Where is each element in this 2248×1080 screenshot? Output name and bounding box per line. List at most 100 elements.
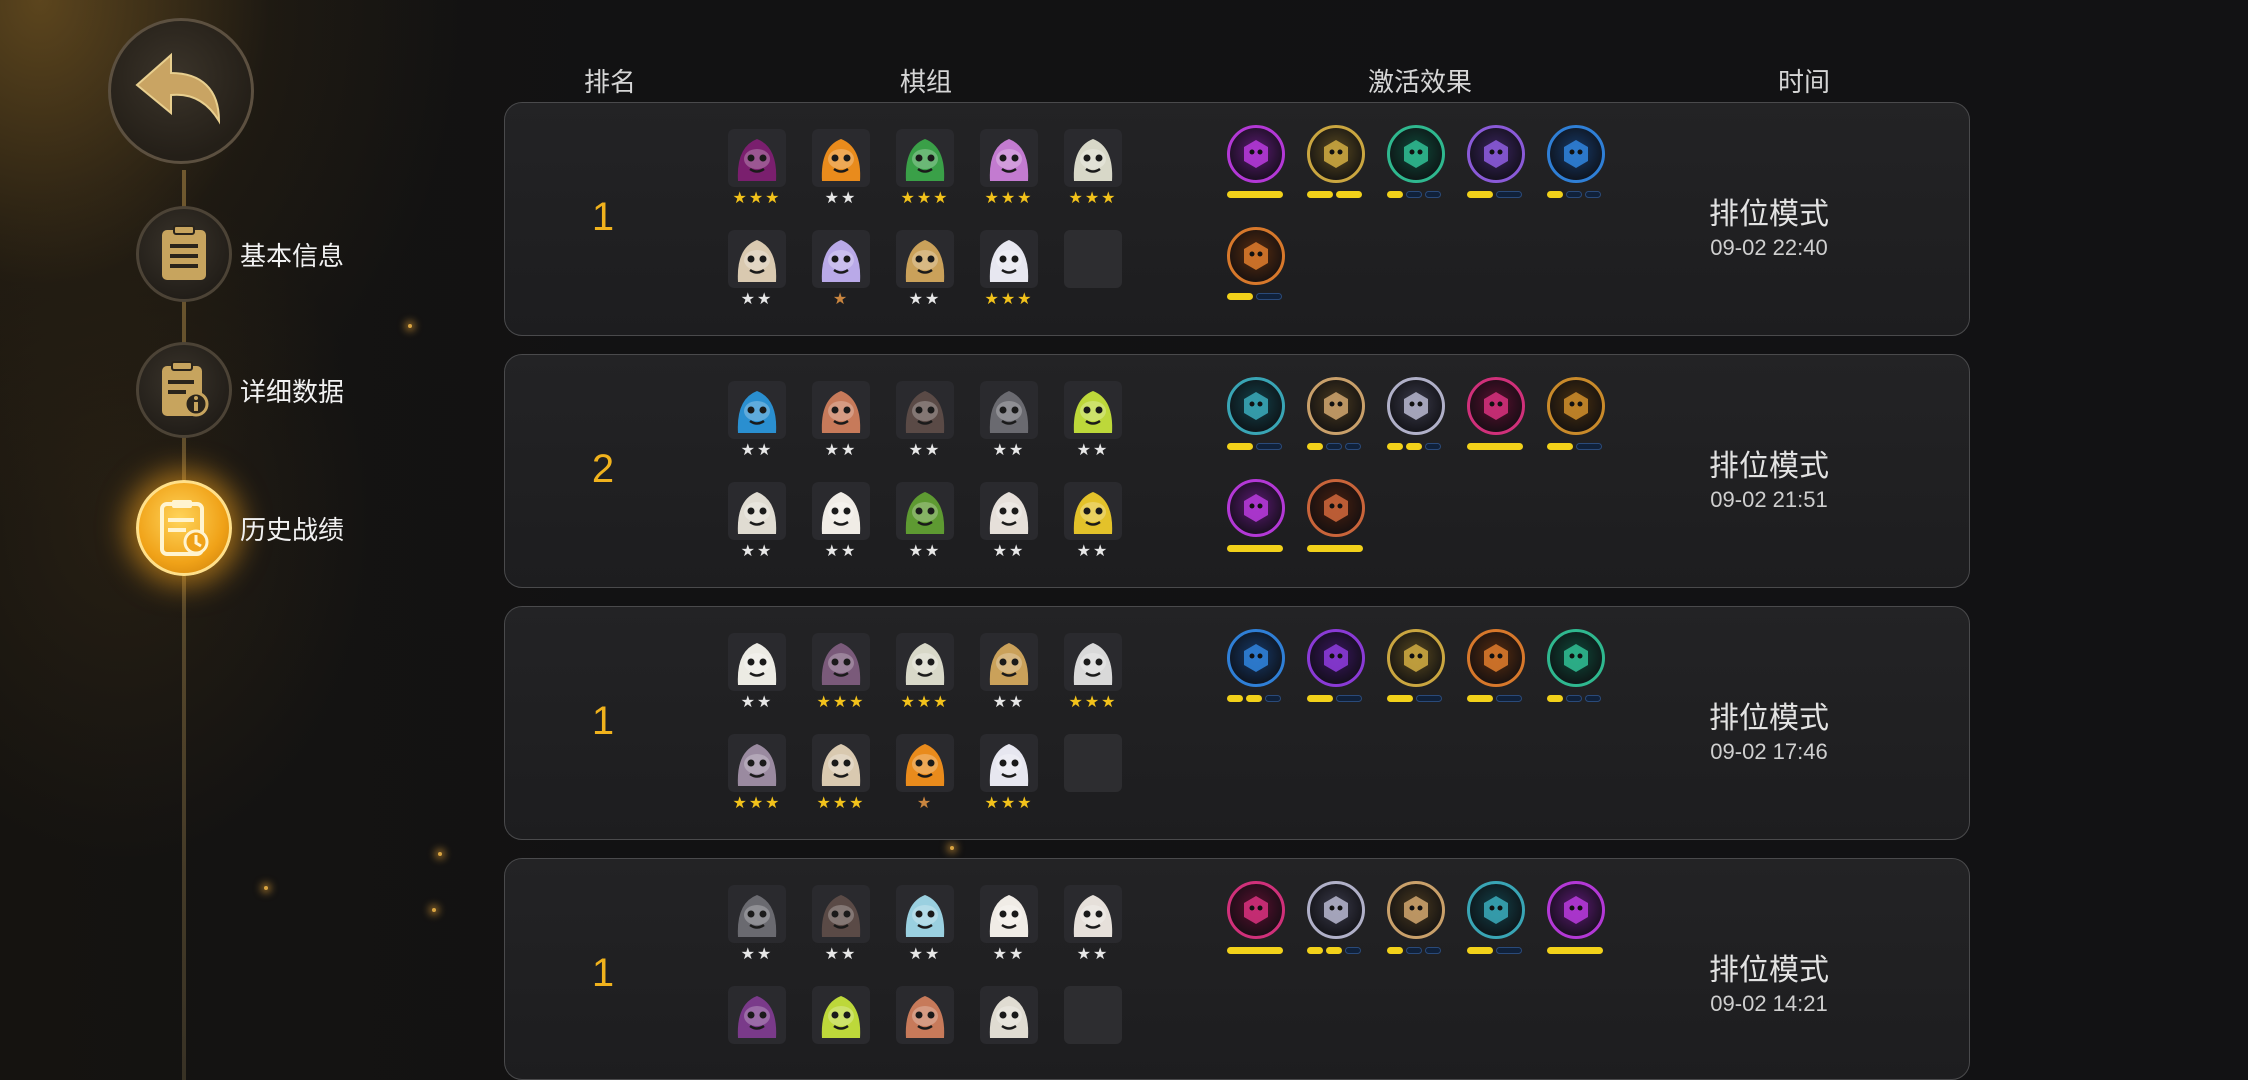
active-tier-bar — [1246, 695, 1262, 702]
synergy-badge[interactable] — [1547, 629, 1627, 731]
synergy-badge[interactable] — [1227, 629, 1307, 731]
chess-piece[interactable]: ★★★ — [883, 129, 967, 230]
green-frog-piece — [812, 986, 870, 1044]
chess-piece[interactable]: ★★★ — [883, 633, 967, 734]
synergy-badge[interactable] — [1227, 881, 1307, 983]
synergy-badge[interactable] — [1547, 125, 1627, 227]
synergy-badge[interactable] — [1387, 377, 1467, 479]
synergy-badge[interactable] — [1467, 125, 1547, 227]
game-mode: 排位模式 — [1709, 450, 1829, 483]
synergy-badge[interactable] — [1547, 377, 1627, 479]
chess-piece[interactable]: ★★★ — [799, 633, 883, 734]
chess-piece[interactable]: ★★ — [799, 129, 883, 230]
menu-item-basic-info[interactable]: 基本信息 — [136, 206, 344, 302]
chess-piece[interactable]: ★★ — [799, 885, 883, 986]
chess-piece[interactable]: ★★★ — [1051, 633, 1135, 734]
chess-piece[interactable]: ★★★ — [967, 230, 1051, 331]
chess-piece[interactable]: ★★ — [1051, 885, 1135, 986]
helmet-knight-piece — [728, 734, 786, 792]
chess-piece[interactable] — [967, 986, 1051, 1079]
synergy-badge[interactable] — [1467, 881, 1547, 983]
chess-piece[interactable]: ★★ — [715, 381, 799, 482]
synergy-badge[interactable] — [1467, 377, 1547, 479]
document-info-icon — [136, 342, 232, 438]
synergy-badge[interactable] — [1387, 125, 1467, 227]
synergy-badge[interactable] — [1307, 629, 1387, 731]
chess-piece[interactable] — [799, 986, 883, 1079]
piece-stars: ★★ — [992, 694, 1026, 711]
chess-piece[interactable]: ★★ — [715, 230, 799, 331]
menu-item-history[interactable]: 历史战绩 — [136, 480, 344, 576]
active-tier-bar — [1307, 545, 1363, 552]
back-button[interactable] — [108, 18, 254, 164]
chess-piece[interactable]: ★★ — [883, 381, 967, 482]
chess-piece[interactable]: ★★ — [799, 381, 883, 482]
menu-item-detailed-data[interactable]: 详细数据 — [136, 342, 344, 438]
chess-piece[interactable]: ★★★ — [715, 129, 799, 230]
chess-piece[interactable] — [715, 986, 799, 1079]
menu-label: 基本信息 — [240, 240, 345, 271]
game-mode: 排位模式 — [1709, 702, 1829, 735]
match-row[interactable]: 1 ★★ ★★ ★★ ★★ ★★ 排位模式 09-02 14:21 — [504, 858, 1970, 1080]
inactive-tier-bar — [1336, 695, 1362, 702]
synergy-badge[interactable] — [1307, 377, 1387, 479]
inactive-tier-bar — [1566, 191, 1582, 198]
sparkle — [264, 886, 268, 890]
match-time: 09-02 17:46 — [1710, 739, 1828, 764]
green-orc-piece — [896, 482, 954, 540]
inactive-tier-bar — [1425, 191, 1441, 198]
bald-monk-piece — [1064, 885, 1122, 943]
match-row[interactable]: 1 ★★★ ★★ ★★★ ★★★ ★★★ ★★ ★ ★★ ★★★ 排位模式 09-02 22:40 — [504, 102, 1970, 336]
synergy-badge[interactable] — [1227, 377, 1307, 479]
chess-piece[interactable]: ★★ — [799, 482, 883, 583]
chess-piece[interactable]: ★★★ — [967, 129, 1051, 230]
chess-piece[interactable]: ★★★ — [1051, 129, 1135, 230]
inactive-tier-bar — [1256, 293, 1282, 300]
chess-piece[interactable]: ★★ — [967, 885, 1051, 986]
synergy-progress — [1227, 293, 1285, 300]
game-mode: 排位模式 — [1709, 954, 1829, 987]
synergy-progress — [1227, 545, 1286, 552]
piece-stars: ★★ — [908, 442, 942, 459]
chess-piece[interactable]: ★★★ — [967, 734, 1051, 835]
chess-piece[interactable]: ★★ — [1051, 381, 1135, 482]
chess-piece[interactable]: ★★★ — [715, 734, 799, 835]
chess-piece[interactable]: ★ — [883, 734, 967, 835]
chess-piece[interactable] — [883, 986, 967, 1079]
synergy-badge[interactable] — [1387, 629, 1467, 731]
match-row[interactable]: 2 ★★ ★★ ★★ ★★ ★★ ★★ ★★ ★★ ★★ ★★ 排位模式 09-02 21:51 — [504, 354, 1970, 588]
active-tier-bar — [1307, 443, 1323, 450]
feather-synergy-icon — [1227, 629, 1285, 687]
orange-slug-piece — [896, 734, 954, 792]
sidebar-divider — [182, 170, 186, 1080]
chess-piece[interactable]: ★★ — [1051, 482, 1135, 583]
yellow-mech-piece — [1064, 482, 1122, 540]
chess-piece[interactable]: ★★ — [967, 633, 1051, 734]
chess-piece[interactable]: ★★ — [715, 482, 799, 583]
chess-piece[interactable]: ★★ — [715, 633, 799, 734]
hand-synergy-icon — [1307, 629, 1365, 687]
lineup-grid: ★★ ★★ ★★ ★★ ★★ ★★ ★★ ★★ ★★ ★★ — [715, 381, 1135, 583]
synergy-badge[interactable] — [1307, 479, 1387, 581]
piece-stars: ★ — [916, 795, 934, 812]
synergy-badge[interactable] — [1227, 125, 1307, 227]
match-row[interactable]: 1 ★★ ★★★ ★★★ ★★ ★★★ ★★★ ★★★ ★ ★★★ 排位模式 09-02 17:46 — [504, 606, 1970, 840]
synergy-badge[interactable] — [1227, 479, 1307, 581]
synergy-badge[interactable] — [1227, 227, 1307, 329]
synergy-badge[interactable] — [1307, 125, 1387, 227]
synergy-badge[interactable] — [1307, 881, 1387, 983]
chess-piece[interactable]: ★★★ — [799, 734, 883, 835]
chess-piece[interactable]: ★★ — [967, 381, 1051, 482]
synergy-badge[interactable] — [1387, 881, 1467, 983]
chess-piece[interactable]: ★ — [799, 230, 883, 331]
chess-piece[interactable]: ★★ — [967, 482, 1051, 583]
chess-piece[interactable]: ★★ — [883, 885, 967, 986]
synergy-badge[interactable] — [1467, 629, 1547, 731]
synergy-badge[interactable] — [1547, 881, 1627, 983]
chess-piece[interactable]: ★★ — [883, 230, 967, 331]
piece-stars: ★★ — [908, 946, 942, 963]
purple-cat-piece — [812, 230, 870, 288]
chess-piece[interactable]: ★★ — [715, 885, 799, 986]
goblin-piece — [728, 885, 786, 943]
chess-piece[interactable]: ★★ — [883, 482, 967, 583]
